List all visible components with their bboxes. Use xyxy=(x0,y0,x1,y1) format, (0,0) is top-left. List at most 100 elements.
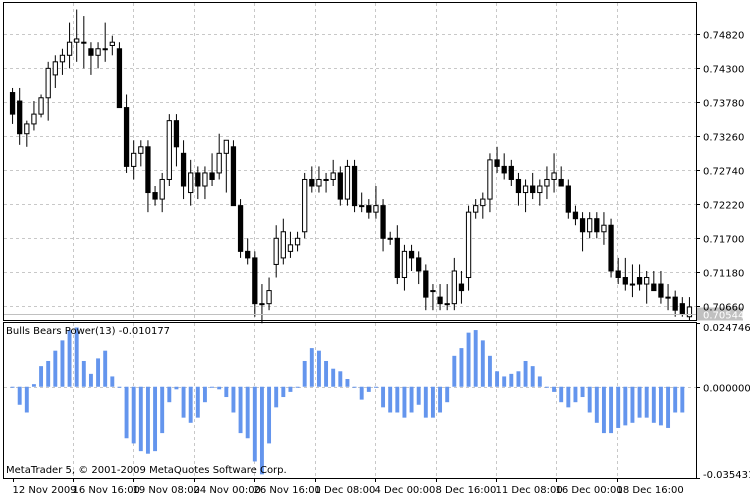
candle xyxy=(587,212,593,239)
candle xyxy=(380,199,386,252)
candle xyxy=(337,166,343,206)
x-tick-label: 12 Nov 2009 xyxy=(13,485,77,496)
candle xyxy=(195,166,201,200)
x-tick-label: 16 Nov 16:00 xyxy=(73,485,140,496)
indicator-bar xyxy=(552,386,557,392)
candle-body xyxy=(45,67,51,99)
indicator-bar xyxy=(195,386,200,418)
indicator-bar xyxy=(495,371,500,387)
candle xyxy=(658,270,664,304)
candle-body xyxy=(230,146,237,207)
indicator-bar xyxy=(252,386,257,462)
candle-body xyxy=(622,277,628,285)
candle-body xyxy=(166,120,172,180)
indicator-bar xyxy=(131,386,136,444)
candle-body xyxy=(145,146,151,194)
candle-body xyxy=(473,205,479,213)
candle-body xyxy=(544,178,550,187)
candle xyxy=(387,231,393,245)
candle-body xyxy=(608,224,614,272)
indicator-bar xyxy=(88,373,93,387)
candle-body xyxy=(530,185,536,194)
indicator-bar xyxy=(39,366,44,387)
main-y-tick-label: 0.74300 xyxy=(703,65,744,76)
candle-body xyxy=(138,146,144,154)
candle-body xyxy=(24,123,30,135)
main-y-tick-label: 0.71700 xyxy=(703,235,744,246)
candle-body xyxy=(131,152,137,167)
indicator-bar xyxy=(24,386,29,413)
candle xyxy=(9,87,16,124)
indicator-bar xyxy=(452,355,457,387)
indicator-bar xyxy=(587,386,592,413)
candle xyxy=(180,140,187,200)
candle-body xyxy=(636,277,643,285)
indicator-bar xyxy=(438,386,443,413)
indicator-bar xyxy=(402,386,407,418)
candle xyxy=(166,114,172,187)
candle-body xyxy=(615,270,621,279)
indicator-bar xyxy=(559,386,564,403)
candle-body xyxy=(223,139,229,154)
candle-body xyxy=(601,224,607,233)
candle-body xyxy=(651,283,657,292)
candle xyxy=(608,218,614,278)
candle xyxy=(173,114,180,167)
indicator-bar xyxy=(117,386,122,388)
candle-body xyxy=(309,178,315,187)
candle-body xyxy=(330,172,336,180)
candle-body xyxy=(273,237,279,265)
indicator-bar xyxy=(430,386,435,418)
candle-body xyxy=(323,178,329,181)
indicator-bar xyxy=(658,386,663,426)
candle xyxy=(679,297,685,317)
indicator-bar xyxy=(124,386,129,439)
candle-body xyxy=(594,218,600,233)
indicator-bar xyxy=(366,386,371,392)
main-y-tick-label: 0.72740 xyxy=(703,167,744,178)
candle xyxy=(622,257,628,291)
candle xyxy=(636,264,643,291)
candle-body xyxy=(351,165,358,207)
candle xyxy=(131,140,137,180)
candle-body xyxy=(658,283,664,298)
candle-body xyxy=(644,277,650,285)
candle-body xyxy=(337,172,343,200)
candle-body xyxy=(81,41,87,44)
candle-body xyxy=(209,172,215,180)
indicator-bar xyxy=(352,386,357,388)
indicator-bar xyxy=(381,386,386,408)
candle xyxy=(287,231,294,258)
x-axis-ticks: 12 Nov 200916 Nov 16:0019 Nov 08:0024 No… xyxy=(13,478,684,496)
candle-body xyxy=(59,54,66,63)
x-tick-label: 11 Dec 08:00 xyxy=(496,485,563,496)
indicator-bar xyxy=(316,350,321,387)
x-tick-label: 8 Dec 16:00 xyxy=(436,485,497,496)
candle xyxy=(109,35,115,56)
candle-body xyxy=(152,192,158,200)
candle xyxy=(515,172,522,206)
candle xyxy=(330,159,336,187)
candle xyxy=(501,153,507,180)
candle-body xyxy=(480,198,486,207)
indicator-bar xyxy=(267,386,272,444)
candle xyxy=(465,205,472,291)
indicator-bar xyxy=(167,386,172,403)
candle-body xyxy=(387,237,393,240)
indicator-bar xyxy=(388,386,393,413)
indicator-bar xyxy=(623,386,628,426)
candle xyxy=(686,297,693,320)
main-y-axis-ticks: 0.74820 0.74300 0.73780 0.73260 0.72740 0.722… xyxy=(696,31,744,314)
x-tick-label: 19 Nov 08:00 xyxy=(133,485,200,496)
indicator-bar xyxy=(530,366,535,387)
candle-body xyxy=(159,178,165,200)
candle-body xyxy=(123,107,130,167)
candle xyxy=(594,212,600,239)
candle xyxy=(102,22,108,62)
candle-body xyxy=(294,237,301,246)
main-y-tick-label: 0.73780 xyxy=(703,99,744,110)
candle-body xyxy=(102,48,108,51)
x-tick-label: 16 Dec 00:00 xyxy=(556,485,623,496)
candle-body xyxy=(31,113,37,125)
candle xyxy=(116,42,123,109)
